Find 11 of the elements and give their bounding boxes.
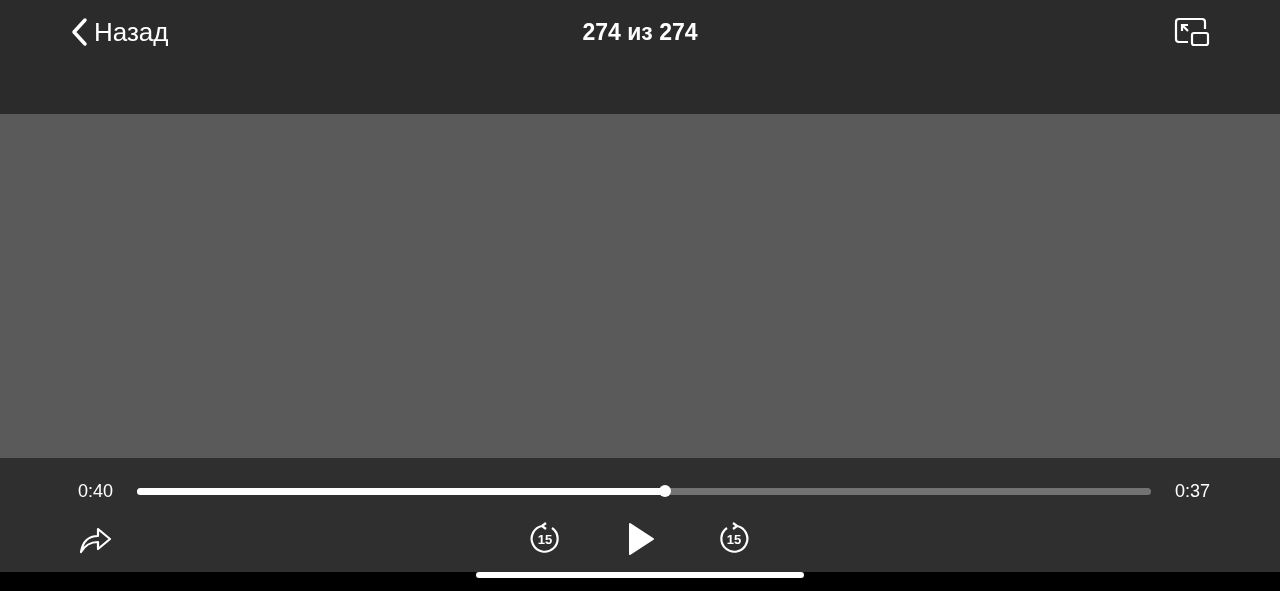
play-icon[interactable] bbox=[627, 522, 655, 556]
picture-in-picture-icon[interactable] bbox=[1174, 17, 1210, 47]
back-button[interactable]: Назад bbox=[70, 16, 169, 48]
skip-back-button[interactable]: 15 bbox=[528, 522, 562, 556]
video-counter: 274 из 274 bbox=[582, 18, 698, 46]
chevron-left-icon bbox=[70, 17, 88, 47]
remaining-time: 0:37 bbox=[1174, 480, 1210, 502]
share-icon[interactable] bbox=[78, 526, 112, 554]
progress-slider[interactable] bbox=[137, 487, 1151, 495]
elapsed-time: 0:40 bbox=[78, 480, 114, 502]
skip-forward-button[interactable]: 15 bbox=[717, 522, 751, 556]
